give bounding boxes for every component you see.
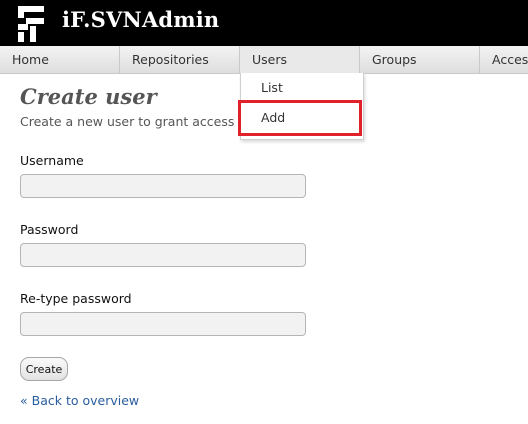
page-title: Create user: [20, 84, 157, 109]
app-header: iF.SVNAdmin: [0, 0, 528, 46]
logo-icon: [18, 6, 44, 42]
nav-item-home[interactable]: Home: [0, 46, 120, 73]
create-button[interactable]: Create: [20, 357, 68, 381]
nav-item-repositories[interactable]: Repositories: [120, 46, 240, 73]
nav-item-users[interactable]: Users: [240, 46, 360, 73]
retype-password-label: Re-type password: [20, 291, 132, 306]
retype-password-field[interactable]: [20, 312, 306, 336]
main-nav: Home Repositories Users Groups Access: [0, 46, 528, 74]
page-subtitle: Create a new user to grant access to: [20, 114, 251, 129]
password-label: Password: [20, 222, 79, 237]
password-field[interactable]: [20, 243, 306, 267]
highlight-box: [238, 100, 362, 136]
dropdown-item-list[interactable]: List: [241, 73, 363, 103]
app-title: iF.SVNAdmin: [62, 7, 220, 32]
nav-item-groups[interactable]: Groups: [360, 46, 480, 73]
back-to-overview-link[interactable]: « Back to overview: [20, 393, 139, 408]
nav-item-access[interactable]: Access: [480, 46, 528, 73]
username-label: Username: [20, 153, 84, 168]
username-field[interactable]: [20, 174, 306, 198]
